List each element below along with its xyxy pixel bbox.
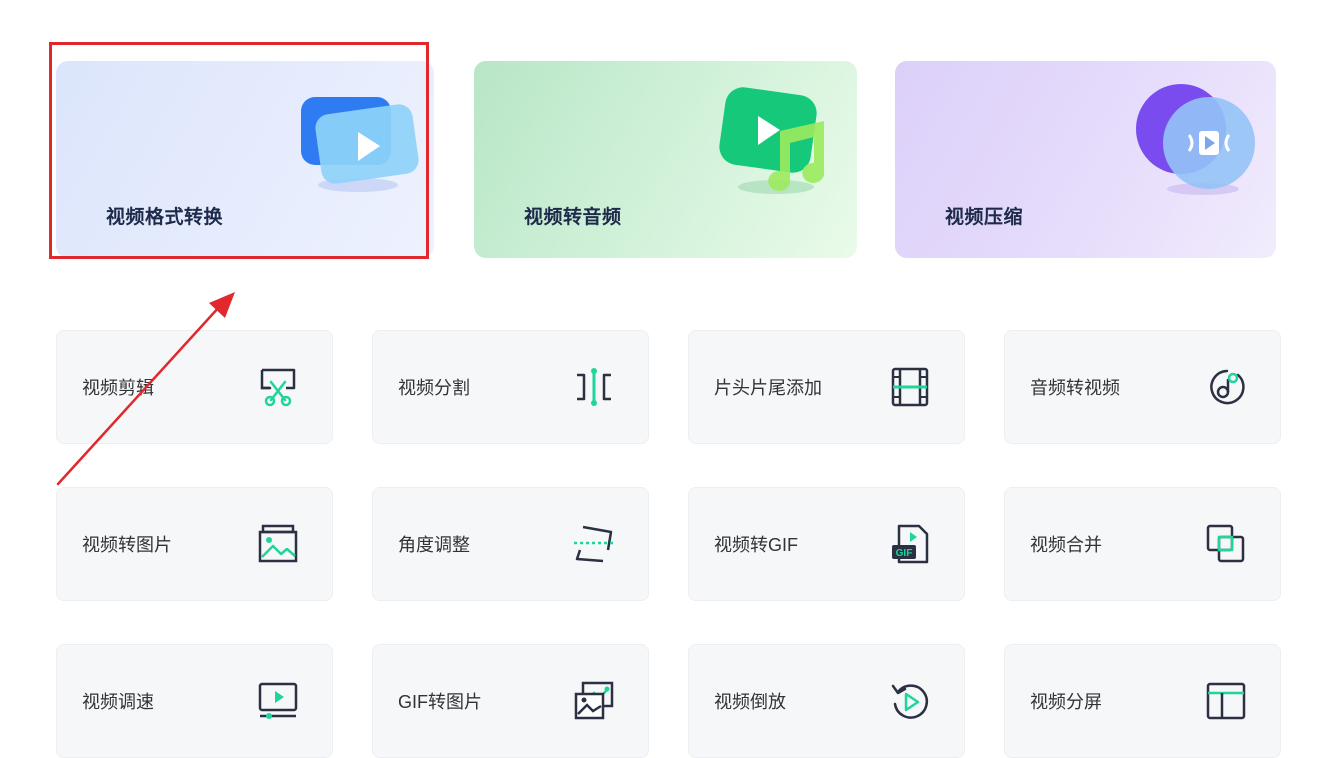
split-screen-icon	[1206, 682, 1246, 720]
tool-card-video-to-gif[interactable]: 视频转GIF GIF	[688, 487, 965, 601]
feature-card-video-compress[interactable]: 视频压缩	[895, 61, 1276, 258]
tool-label: 片头片尾添加	[714, 378, 822, 398]
music-note-circle-icon	[1210, 369, 1245, 405]
speed-player-icon	[258, 682, 298, 719]
tool-card-video-merge[interactable]: 视频合并	[1004, 487, 1281, 601]
tool-label: 视频调速	[82, 692, 154, 712]
scissors-screen-icon	[260, 368, 296, 407]
feature-title: 视频格式转换	[106, 207, 224, 228]
film-strip-icon	[891, 367, 929, 407]
tool-card-video-edit[interactable]: 视频剪辑	[56, 330, 333, 444]
split-icon	[577, 368, 611, 406]
images-stack-icon	[574, 681, 614, 720]
gif-file-icon: GIF	[892, 524, 929, 564]
tool-label: 角度调整	[398, 535, 470, 555]
svg-text:GIF: GIF	[896, 548, 913, 559]
tool-label: 视频转GIF	[714, 535, 798, 555]
tool-label: GIF转图片	[398, 692, 482, 712]
feature-card-video-to-audio[interactable]: 视频转音频	[474, 61, 857, 258]
feature-title: 视频转音频	[524, 207, 622, 228]
feature-card-video-format-convert[interactable]: 视频格式转换	[56, 61, 434, 258]
reverse-play-icon	[891, 684, 929, 719]
tool-label: 视频分屏	[1030, 692, 1102, 712]
tool-label: 视频剪辑	[82, 378, 154, 398]
tool-label: 视频倒放	[714, 692, 786, 712]
tool-label: 视频合并	[1030, 535, 1102, 555]
tool-card-intro-outro[interactable]: 片头片尾添加	[688, 330, 965, 444]
tool-label: 视频转图片	[82, 535, 172, 555]
tool-label: 视频分割	[398, 378, 470, 398]
merge-squares-icon	[1206, 524, 1245, 563]
video-convert-icon	[301, 97, 419, 192]
tool-card-video-to-image[interactable]: 视频转图片	[56, 487, 333, 601]
tool-card-audio-to-video[interactable]: 音频转视频	[1004, 330, 1281, 444]
tool-card-video-split[interactable]: 视频分割	[372, 330, 649, 444]
tool-card-angle-adjust[interactable]: 角度调整	[372, 487, 649, 601]
video-music-icon	[719, 87, 825, 194]
compress-circle-icon	[1136, 84, 1255, 195]
tool-label: 音频转视频	[1030, 378, 1120, 398]
rotate-frame-icon	[574, 525, 614, 563]
image-icon	[258, 524, 298, 563]
feature-title: 视频压缩	[945, 207, 1024, 228]
